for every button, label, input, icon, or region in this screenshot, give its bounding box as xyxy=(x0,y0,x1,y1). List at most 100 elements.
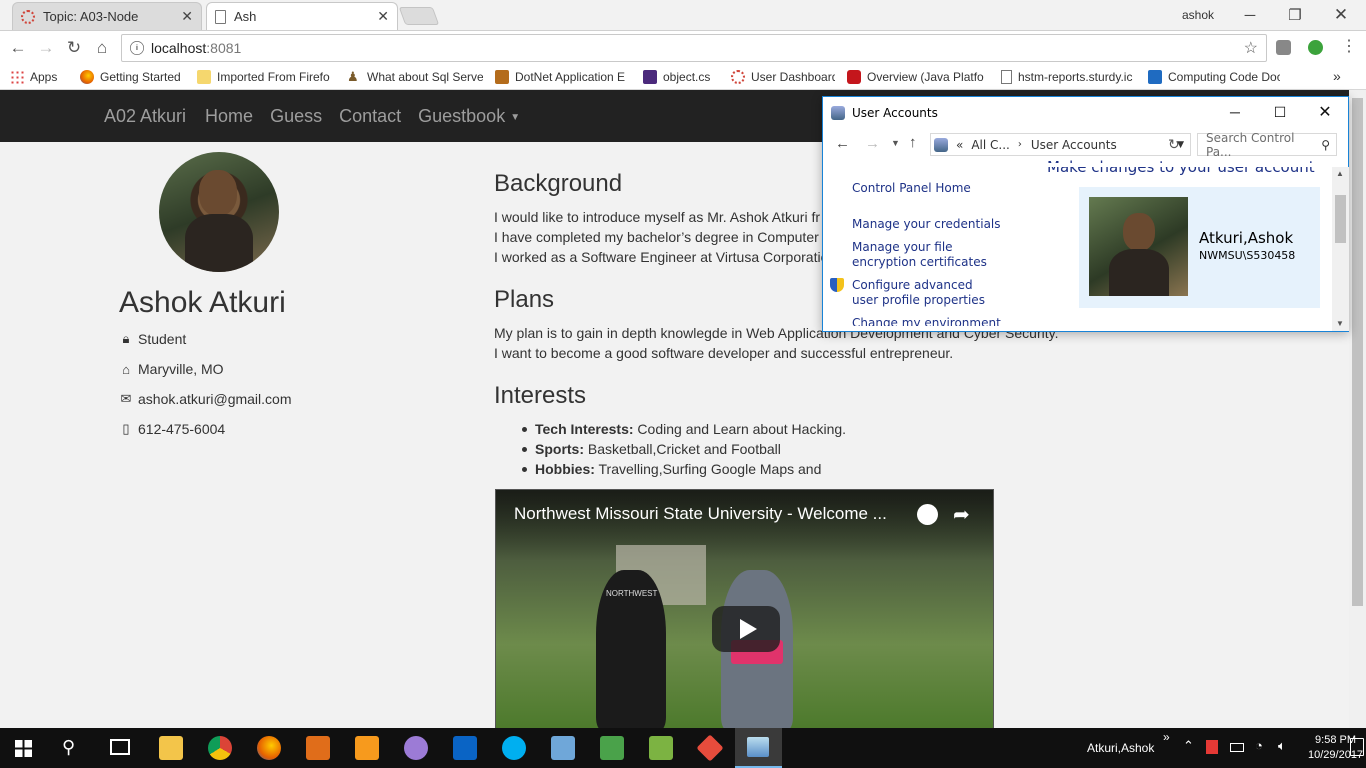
close-tab-icon[interactable]: ✕ xyxy=(181,8,193,25)
up-arrow-icon[interactable]: ↑ xyxy=(909,134,917,151)
tray-expand-icon[interactable]: ⌃ xyxy=(1183,738,1194,754)
battery-icon[interactable] xyxy=(1230,743,1244,752)
back-arrow-icon[interactable]: ← xyxy=(835,135,850,152)
wifi-icon[interactable]: ◔ xyxy=(1255,738,1263,753)
profile-email: ✉ ashok.atkuri@gmail.com xyxy=(119,391,292,407)
address-breadcrumb[interactable]: « All C... › User Accounts ▼ xyxy=(930,133,1191,156)
home-icon[interactable]: ⌂ xyxy=(89,35,115,61)
link-control-panel-home[interactable]: Control Panel Home xyxy=(852,181,971,196)
user-accounts-icon xyxy=(831,106,845,120)
nav-guess[interactable]: Guess xyxy=(270,106,322,127)
extension-green-icon[interactable] xyxy=(1308,40,1323,55)
firefox-icon[interactable] xyxy=(257,736,281,760)
tab-topic[interactable]: Topic: A03-Node ✕ xyxy=(12,2,202,30)
video-title[interactable]: Northwest Missouri State University - We… xyxy=(514,504,887,524)
control-panel-taskbar-button[interactable] xyxy=(735,728,782,768)
info-icon[interactable]: i xyxy=(130,41,144,55)
skype-icon[interactable] xyxy=(502,736,526,760)
bookmark-getting-started[interactable]: Getting Started xyxy=(80,69,185,84)
tab-ash[interactable]: Ash ✕ xyxy=(206,2,398,30)
person-icon: ♟ xyxy=(347,69,359,84)
dialog-scrollbar[interactable]: ▲ ▼ xyxy=(1332,167,1349,331)
minimize-icon[interactable]: ─ xyxy=(1212,97,1258,127)
page-icon xyxy=(215,9,226,24)
virtualbox-icon[interactable] xyxy=(551,736,575,760)
refresh-icon[interactable]: ↻ xyxy=(1168,136,1180,153)
browser-tabstrip: Topic: A03-Node ✕ Ash ✕ ashok ─ ❐ ✕ xyxy=(0,0,1366,30)
watch-later-icon[interactable] xyxy=(917,504,938,525)
chrome-icon[interactable] xyxy=(208,736,232,760)
background-heading: Background xyxy=(494,170,623,197)
bookmark-sql[interactable]: ♟ What about Sql Serve xyxy=(347,70,483,84)
nav-home[interactable]: Home xyxy=(205,106,253,127)
git-icon[interactable] xyxy=(696,734,724,762)
visual-studio-icon[interactable] xyxy=(306,736,330,760)
bookmark-apps[interactable]: Apps xyxy=(10,69,68,84)
list-item: Sports: Basketball,Cricket and Football xyxy=(521,439,846,459)
nav-brand[interactable]: A02 Atkuri xyxy=(104,106,186,127)
lock-icon: 🔒︎ xyxy=(122,331,130,346)
new-tab-button[interactable] xyxy=(398,7,440,25)
url-port: :8081 xyxy=(206,40,242,56)
bookmark-user-dashboard[interactable]: User Dashboard xyxy=(731,69,835,84)
bookmark-label: Overview (Java Platfo xyxy=(867,69,984,84)
bookmark-dotnet[interactable]: DotNet Application E xyxy=(495,69,631,84)
close-icon[interactable]: ✕ xyxy=(1302,97,1348,127)
interest-label: Hobbies: xyxy=(535,461,595,477)
outlook-icon[interactable] xyxy=(453,736,477,760)
browser-profile-name[interactable]: ashok xyxy=(1182,8,1214,22)
profile-name: Ashok Atkuri xyxy=(119,286,286,319)
toolbar-overflow-icon[interactable]: » xyxy=(1163,730,1170,744)
address-bar[interactable]: i localhost:8081 ☆ xyxy=(121,34,1267,62)
close-window-icon[interactable]: ✕ xyxy=(1318,0,1364,30)
bookmark-imported[interactable]: Imported From Firefo xyxy=(197,69,335,84)
project-icon[interactable] xyxy=(649,736,673,760)
recent-locations-icon[interactable]: ▼ xyxy=(891,138,900,148)
file-explorer-icon[interactable] xyxy=(159,736,183,760)
menu-dots-icon[interactable]: ⋮ xyxy=(1341,37,1357,57)
forward-arrow-icon[interactable]: → xyxy=(865,135,880,152)
sublime-icon[interactable] xyxy=(355,736,379,760)
sheets-icon[interactable] xyxy=(600,736,624,760)
share-icon[interactable]: ➦ xyxy=(953,502,970,527)
link-advanced-profile[interactable]: Configure advanced user profile properti… xyxy=(852,278,1002,308)
background-line: I worked as a Software Engineer at Virtu… xyxy=(494,249,829,265)
bookmark-hstm-reports[interactable]: hstm-reports.sturdy.ic xyxy=(1001,69,1136,84)
url-text: localhost:8081 xyxy=(151,40,241,56)
extension-icon[interactable] xyxy=(1276,40,1291,55)
background-line: I would like to introduce myself as Mr. … xyxy=(494,209,821,225)
forward-arrow-icon[interactable]: → xyxy=(33,35,59,61)
user-account-card: Atkuri,Ashok NWMSU\S530458 xyxy=(1079,187,1320,308)
user-photo xyxy=(1089,197,1188,296)
youtube-video-embed[interactable]: NORTHWEST Northwest Missouri State Unive… xyxy=(495,489,994,729)
nav-guestbook[interactable]: Guestbook ▼ xyxy=(418,106,520,127)
action-center-icon[interactable] xyxy=(1350,738,1364,756)
bookmark-computing-code[interactable]: Computing Code Doc xyxy=(1148,69,1280,84)
page-icon xyxy=(1001,69,1012,84)
close-tab-icon[interactable]: ✕ xyxy=(377,8,389,25)
restore-icon[interactable]: ❐ xyxy=(1272,0,1318,30)
bookmark-java-overview[interactable]: Overview (Java Platfo xyxy=(847,69,989,84)
bookmark-star-icon[interactable]: ☆ xyxy=(1244,38,1258,58)
bookmarks-overflow-icon[interactable]: » xyxy=(1333,68,1341,84)
page-scrollbar-thumb[interactable] xyxy=(1352,98,1363,606)
back-arrow-icon[interactable]: ← xyxy=(5,35,31,61)
play-button[interactable] xyxy=(712,606,780,652)
maximize-icon[interactable]: ☐ xyxy=(1257,97,1303,127)
minimize-icon[interactable]: ─ xyxy=(1227,0,1273,30)
url-host: localhost xyxy=(151,40,207,56)
link-manage-credentials[interactable]: Manage your credentials xyxy=(852,217,1001,232)
search-icon[interactable]: ⚲ xyxy=(62,737,75,758)
search-input[interactable]: Search Control Pa... ⚲ xyxy=(1197,131,1337,159)
notification-app-icon[interactable] xyxy=(1206,740,1218,754)
github-desktop-icon[interactable] xyxy=(404,736,428,760)
volume-icon[interactable]: 🔈︎ xyxy=(1278,738,1286,754)
tray-user-name[interactable]: Atkuri,Ashok xyxy=(1087,741,1154,755)
bookmark-object-cs[interactable]: object.cs xyxy=(643,69,719,84)
reload-icon[interactable]: ↻ xyxy=(61,35,87,61)
link-file-encryption[interactable]: Manage your file encryption certificates xyxy=(852,240,1017,270)
start-icon[interactable] xyxy=(15,740,32,757)
task-view-icon[interactable] xyxy=(110,739,130,755)
link-change-environment[interactable]: Change my environment xyxy=(852,316,1001,326)
nav-contact[interactable]: Contact xyxy=(339,106,401,127)
